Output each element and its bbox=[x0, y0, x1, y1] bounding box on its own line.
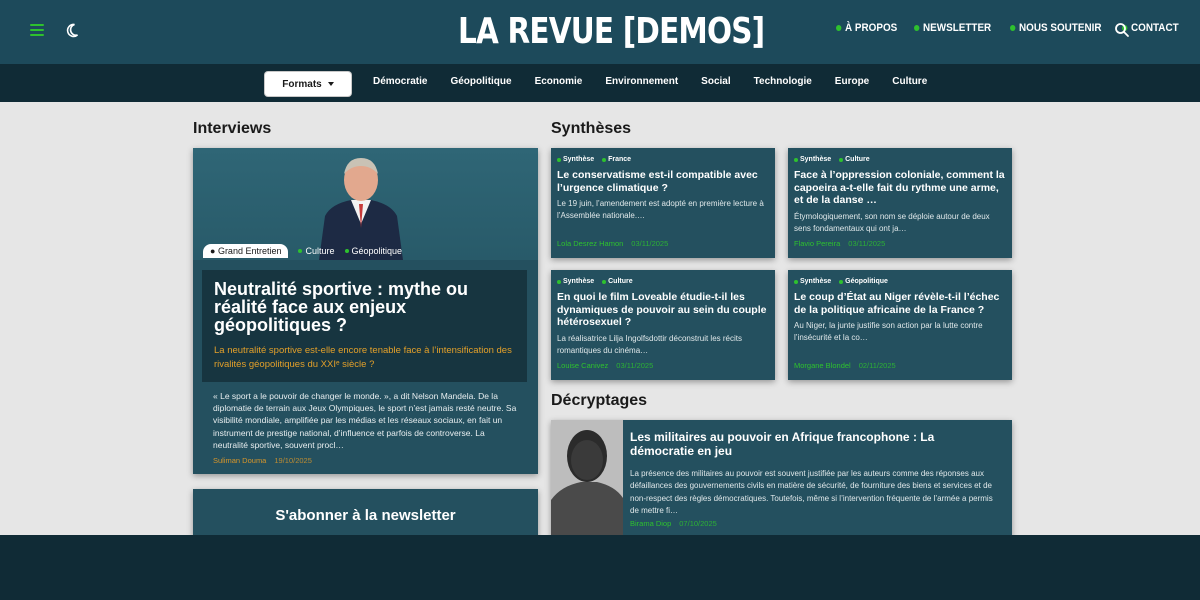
publish-date: 19/10/2025 bbox=[274, 456, 312, 465]
card-title[interactable]: En quoi le film Loveable étudie-t-il les… bbox=[557, 291, 769, 329]
interview-meta: Suliman Douma 19/10/2025 bbox=[213, 456, 312, 465]
card-tags: Synthèse Géopolitique bbox=[794, 278, 1006, 285]
hamburger-icon[interactable] bbox=[30, 24, 44, 36]
nav-link-contact[interactable]: CONTACT bbox=[1121, 22, 1178, 34]
bullet-icon bbox=[602, 157, 607, 162]
decryptage-photo bbox=[551, 420, 623, 542]
category-tag[interactable]: Géopolitique bbox=[344, 246, 402, 256]
category-link-culture[interactable]: Culture bbox=[892, 76, 927, 87]
bullet-icon bbox=[794, 279, 798, 284]
decryptage-meta: Birama Diop 07/10/2025 bbox=[630, 519, 717, 528]
bottom-bar bbox=[0, 535, 1200, 600]
category-nav: Démocratie Géopolitique Economie Environ… bbox=[373, 76, 950, 87]
format-tag[interactable]: Synthèse bbox=[557, 156, 594, 163]
card-meta: Lola Desrez Hamon 03/11/2025 bbox=[557, 239, 668, 248]
card-title[interactable]: Le conservatisme est-il compatible avec … bbox=[557, 169, 769, 194]
category-link-economie[interactable]: Economie bbox=[535, 76, 583, 87]
card-excerpt: Étymologiquement, son nom se déploie aut… bbox=[794, 211, 990, 233]
interview-headline-box: Neutralité sportive : mythe ou réalité f… bbox=[202, 270, 527, 382]
publish-date: 03/11/2025 bbox=[631, 239, 669, 248]
synthesis-card[interactable]: Synthèse Culture En quoi le film Loveabl… bbox=[551, 270, 775, 380]
synthesis-card[interactable]: Synthèse Géopolitique Le coup d’État au … bbox=[788, 270, 1012, 380]
decryptage-card[interactable]: Les militaires au pouvoir en Afrique fra… bbox=[551, 420, 1012, 542]
category-tag[interactable]: France bbox=[602, 156, 631, 163]
nav-link-newsletter[interactable]: NEWSLETTER bbox=[914, 22, 991, 34]
formats-dropdown[interactable]: Formats bbox=[265, 72, 351, 96]
author-name[interactable]: Birama Diop bbox=[630, 519, 671, 528]
category-tag[interactable]: Culture bbox=[839, 156, 870, 163]
category-tag[interactable]: Géopolitique bbox=[839, 278, 888, 285]
top-nav: À PROPOS NEWSLETTER NOUS SOUTENIR CONTAC… bbox=[836, 22, 1195, 34]
category-link-social[interactable]: Social bbox=[701, 76, 730, 87]
author-name[interactable]: Louise Canivez bbox=[557, 361, 608, 370]
author-name[interactable]: Flavio Pereira bbox=[794, 239, 840, 248]
card-excerpt: Le 19 juin, l’amendement est adopté en p… bbox=[557, 199, 764, 220]
card-tags: Synthèse France bbox=[557, 156, 769, 163]
card-meta: Louise Canivez 03/11/2025 bbox=[557, 361, 653, 370]
bullet-icon bbox=[836, 25, 842, 31]
publish-date: 02/11/2025 bbox=[858, 361, 896, 370]
portrait-image bbox=[551, 420, 623, 542]
category-link-technologie[interactable]: Technologie bbox=[754, 76, 812, 87]
interview-excerpt: « Le sport a le pouvoir de changer le mo… bbox=[213, 391, 517, 450]
site-logo[interactable]: LA REVUE [DEMOS] bbox=[456, 10, 765, 54]
card-excerpt: Au Niger, la junte justifie son action p… bbox=[794, 321, 983, 342]
site-header: LA REVUE [DEMOS] À PROPOS NEWSLETTER NOU… bbox=[0, 0, 1200, 64]
bullet-icon bbox=[794, 157, 798, 162]
publish-date: 03/11/2025 bbox=[848, 239, 886, 248]
card-tags: Synthèse Culture bbox=[794, 156, 1006, 163]
interview-title[interactable]: Neutralité sportive : mythe ou réalité f… bbox=[214, 280, 515, 334]
category-link-geopolitique[interactable]: Géopolitique bbox=[450, 76, 511, 87]
search-icon[interactable] bbox=[1114, 22, 1130, 38]
decryptage-excerpt: La présence des militaires au pouvoir es… bbox=[630, 469, 993, 515]
format-tag[interactable]: Synthèse bbox=[794, 156, 831, 163]
interview-photo: ● Grand Entretien Culture Géopolitique bbox=[193, 148, 538, 260]
author-name[interactable]: Lola Desrez Hamon bbox=[557, 239, 623, 248]
bullet-icon bbox=[557, 279, 561, 284]
moon-icon[interactable] bbox=[62, 20, 82, 40]
chevron-down-icon bbox=[327, 82, 334, 86]
format-tag[interactable]: Synthèse bbox=[794, 278, 831, 285]
section-title-decryptages: Décryptages bbox=[551, 392, 648, 409]
category-bar: Formats Démocratie Géopolitique Economie… bbox=[0, 64, 1200, 102]
newsletter-title: S'abonner à la newsletter bbox=[275, 507, 456, 524]
card-title[interactable]: Le coup d’État au Niger révèle-t-il l’éc… bbox=[794, 291, 1006, 316]
bullet-icon bbox=[298, 249, 303, 253]
bullet-icon bbox=[914, 25, 920, 31]
author-name[interactable]: Morgane Blondel bbox=[794, 361, 851, 370]
interview-subtitle: La neutralité sportive est-elle encore t… bbox=[214, 345, 512, 370]
decryptage-title[interactable]: Les militaires au pouvoir en Afrique fra… bbox=[630, 430, 1000, 458]
category-tag[interactable]: Culture bbox=[298, 246, 335, 256]
section-title-interviews: Interviews bbox=[193, 120, 272, 137]
nav-link-apropos[interactable]: À PROPOS bbox=[836, 22, 897, 34]
category-tag[interactable]: Culture bbox=[602, 278, 633, 285]
format-tag[interactable]: ● Grand Entretien bbox=[203, 244, 289, 258]
publish-date: 07/10/2025 bbox=[679, 519, 717, 528]
publish-date: 03/11/2025 bbox=[616, 361, 654, 370]
interview-card[interactable]: ● Grand Entretien Culture Géopolitique N… bbox=[193, 148, 538, 474]
bullet-icon bbox=[344, 249, 349, 253]
card-tags: Synthèse Culture bbox=[557, 278, 769, 285]
card-excerpt: La réalisatrice Lilja Ingolfsdottir déco… bbox=[557, 333, 742, 355]
bullet-icon bbox=[839, 157, 844, 162]
format-tag[interactable]: Synthèse bbox=[557, 278, 594, 285]
synthesis-card[interactable]: Synthèse Culture Face à l’oppression col… bbox=[788, 148, 1012, 258]
logo-text: LA REVUE [DEMOS] bbox=[458, 11, 765, 52]
card-meta: Flavio Pereira 03/11/2025 bbox=[794, 239, 885, 248]
interview-tags: ● Grand Entretien Culture Géopolitique bbox=[203, 244, 402, 258]
author-name[interactable]: Suliman Douma bbox=[213, 456, 266, 465]
category-link-democratie[interactable]: Démocratie bbox=[373, 76, 427, 87]
card-title[interactable]: Face à l’oppression coloniale, comment l… bbox=[794, 169, 1006, 207]
section-title-syntheses: Synthèses bbox=[551, 120, 632, 137]
synthesis-card[interactable]: Synthèse France Le conservatisme est-il … bbox=[551, 148, 775, 258]
bullet-icon: ● bbox=[210, 246, 218, 256]
nav-link-soutenir[interactable]: NOUS SOUTENIR bbox=[1009, 22, 1101, 34]
bullet-icon bbox=[1009, 25, 1016, 31]
bullet-icon bbox=[557, 157, 561, 162]
card-meta: Morgane Blondel 02/11/2025 bbox=[794, 361, 896, 370]
bullet-icon bbox=[839, 279, 844, 284]
bullet-icon bbox=[602, 279, 607, 284]
category-link-europe[interactable]: Europe bbox=[835, 76, 869, 87]
category-link-environnement[interactable]: Environnement bbox=[605, 76, 678, 87]
